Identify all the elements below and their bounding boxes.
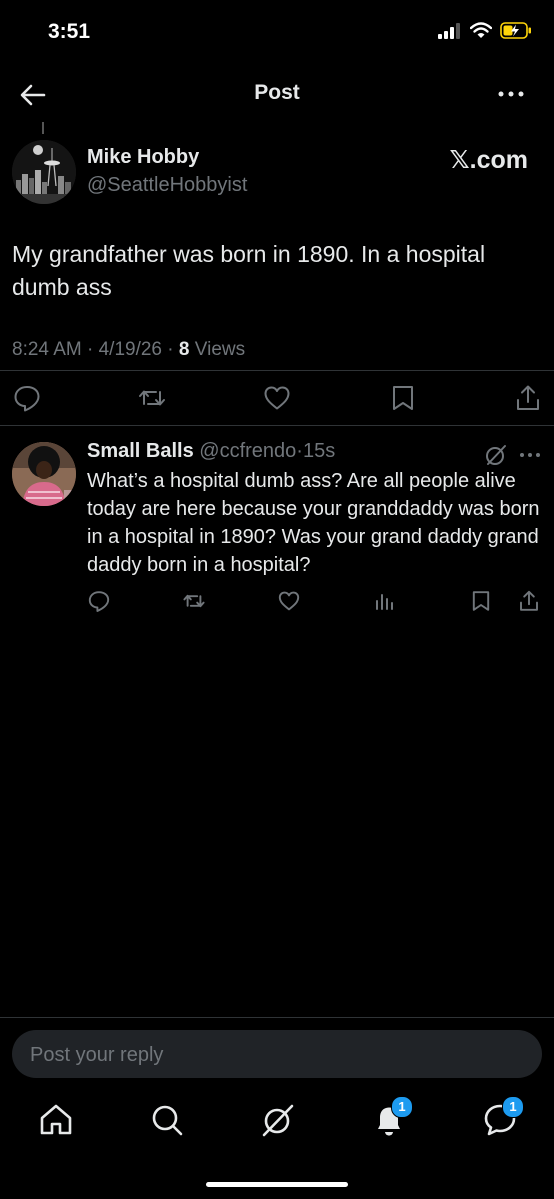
share-button[interactable] (513, 383, 543, 413)
reply-repost-button[interactable] (182, 589, 206, 613)
views-count[interactable]: 8 (179, 339, 190, 360)
reply-like-button[interactable] (277, 589, 301, 613)
divider (0, 370, 554, 371)
reply-actions (0, 589, 554, 613)
post-meta: 8:24 AM · 4/19/26 · 8 Views (12, 339, 245, 361)
post-text: My grandfather was born in 1890. In a ho… (12, 241, 486, 300)
notifications-badge: 1 (391, 1096, 413, 1118)
reply-avatar[interactable] (12, 442, 76, 506)
reply-icon (87, 589, 111, 613)
bookmark-icon (388, 383, 418, 413)
like-button[interactable] (262, 383, 292, 413)
avatar[interactable] (12, 140, 76, 204)
home-icon (36, 1100, 76, 1140)
meta-separator: · (167, 339, 174, 360)
author-handle[interactable]: @SeattleHobbyist (87, 174, 247, 197)
bottom-nav: 1 1 (0, 1096, 554, 1144)
reply-time: 15s (302, 440, 336, 462)
more-horizontal-icon (498, 84, 524, 104)
more-horizontal-icon (519, 447, 541, 463)
nav-home[interactable] (36, 1100, 76, 1140)
reply-share-button[interactable] (517, 589, 541, 613)
home-indicator (206, 1182, 348, 1187)
reply-header: Small Balls @ccfrendo·15s (87, 440, 335, 463)
source-label: 𝕏.com (449, 146, 529, 174)
signal-icon (438, 22, 462, 39)
wifi-icon (470, 22, 492, 39)
nav-messages[interactable]: 1 (480, 1096, 524, 1140)
post-date: 4/19/26 (98, 339, 163, 360)
status-icons (438, 22, 532, 39)
meta-separator: · (296, 440, 303, 462)
post-time: 8:24 AM (12, 339, 82, 360)
like-icon (277, 589, 301, 613)
status-time: 3:51 (48, 20, 91, 43)
reply-bookmark-button[interactable] (469, 589, 493, 613)
repost-button[interactable] (137, 383, 167, 413)
nav-grok[interactable] (258, 1100, 298, 1140)
grok-icon (484, 443, 508, 467)
views-icon (373, 589, 397, 613)
bookmark-button[interactable] (388, 383, 418, 413)
grok-icon (258, 1100, 298, 1140)
repost-icon (137, 383, 167, 413)
reply-more-button[interactable] (519, 447, 541, 463)
nav-search[interactable] (147, 1100, 187, 1140)
reply-views-button[interactable] (373, 589, 397, 613)
meta-separator: · (87, 339, 94, 360)
author-name[interactable]: Mike Hobby (87, 146, 199, 169)
nav-notifications[interactable]: 1 (369, 1096, 413, 1140)
thread-line (42, 122, 44, 134)
divider (0, 425, 554, 426)
share-icon (513, 383, 543, 413)
messages-badge: 1 (502, 1096, 524, 1118)
reply-button[interactable] (12, 383, 42, 413)
reply-reply-button[interactable] (87, 589, 111, 613)
repost-icon (182, 589, 206, 613)
divider (0, 1017, 554, 1018)
reply-author-name[interactable]: Small Balls (87, 440, 194, 462)
post-actions (0, 383, 554, 413)
bookmark-icon (469, 589, 493, 613)
views-label: Views (194, 339, 246, 360)
like-icon (262, 383, 292, 413)
more-button[interactable] (498, 84, 524, 104)
reply-input[interactable] (28, 1030, 522, 1080)
share-icon (517, 589, 541, 613)
reply-composer[interactable] (12, 1030, 542, 1080)
page-title: Post (254, 81, 300, 104)
grok-button[interactable] (484, 443, 508, 467)
reply-author-handle[interactable]: @ccfrendo (199, 440, 296, 462)
reply-icon (12, 383, 42, 413)
reply-text: What’s a hospital dumb ass? Are all peop… (87, 470, 540, 576)
search-icon (147, 1100, 187, 1140)
battery-charging-icon (500, 22, 532, 39)
